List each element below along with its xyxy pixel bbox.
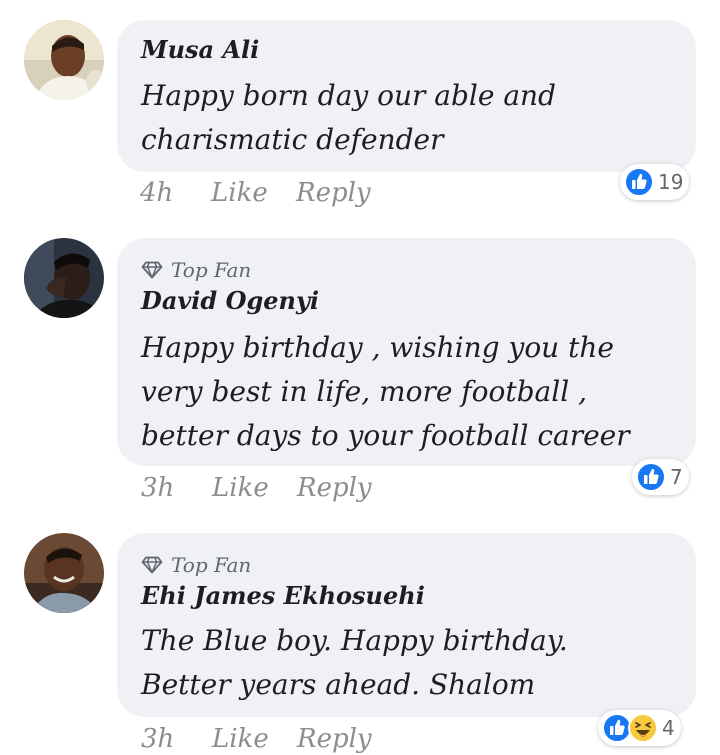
like-icon [624, 167, 654, 197]
comment-bubble: Top Fan Ehi James Ekhosuehi The Blue boy… [117, 533, 696, 717]
comment-timestamp[interactable]: 3h [141, 724, 174, 754]
diamond-icon [141, 261, 163, 279]
like-button[interactable]: Like [211, 178, 268, 208]
comment-bubble: Musa Ali Happy born day our able and cha… [117, 20, 696, 172]
like-button[interactable]: Like [212, 473, 269, 503]
reaction-summary[interactable]: 7 [632, 459, 689, 495]
like-button[interactable]: Like [212, 724, 269, 754]
comment-author[interactable]: David Ogenyi [141, 286, 319, 315]
top-fan-badge: Top Fan [141, 258, 251, 282]
comment-bubble: Top Fan David Ogenyi Happy birthday , wi… [117, 238, 696, 466]
comment-timestamp[interactable]: 4h [140, 178, 173, 208]
comment-author[interactable]: Musa Ali [141, 35, 259, 64]
avatar[interactable] [24, 533, 104, 613]
reaction-count: 4 [662, 716, 675, 740]
reply-button[interactable]: Reply [297, 473, 372, 503]
diamond-icon [141, 556, 163, 574]
reaction-count: 7 [670, 465, 683, 489]
like-icon [636, 462, 666, 492]
reply-button[interactable]: Reply [297, 724, 372, 754]
comment-text: The Blue boy. Happy birthday. Better yea… [141, 624, 568, 701]
avatar[interactable] [24, 238, 104, 318]
comment-text: Happy birthday , wishing you the very be… [141, 331, 630, 452]
haha-icon [628, 713, 658, 743]
badge-label: Top Fan [171, 553, 252, 577]
avatar[interactable] [24, 20, 104, 100]
reaction-count: 19 [658, 170, 684, 194]
reaction-summary[interactable]: 19 [620, 164, 690, 200]
top-fan-badge: Top Fan [141, 553, 251, 577]
reaction-summary[interactable]: 4 [598, 710, 681, 746]
comment-author[interactable]: Ehi James Ekhosuehi [141, 581, 425, 610]
comment-text: Happy born day our able and charismatic … [141, 79, 556, 156]
badge-label: Top Fan [171, 258, 252, 282]
comment-timestamp[interactable]: 3h [141, 473, 174, 503]
reply-button[interactable]: Reply [296, 178, 371, 208]
